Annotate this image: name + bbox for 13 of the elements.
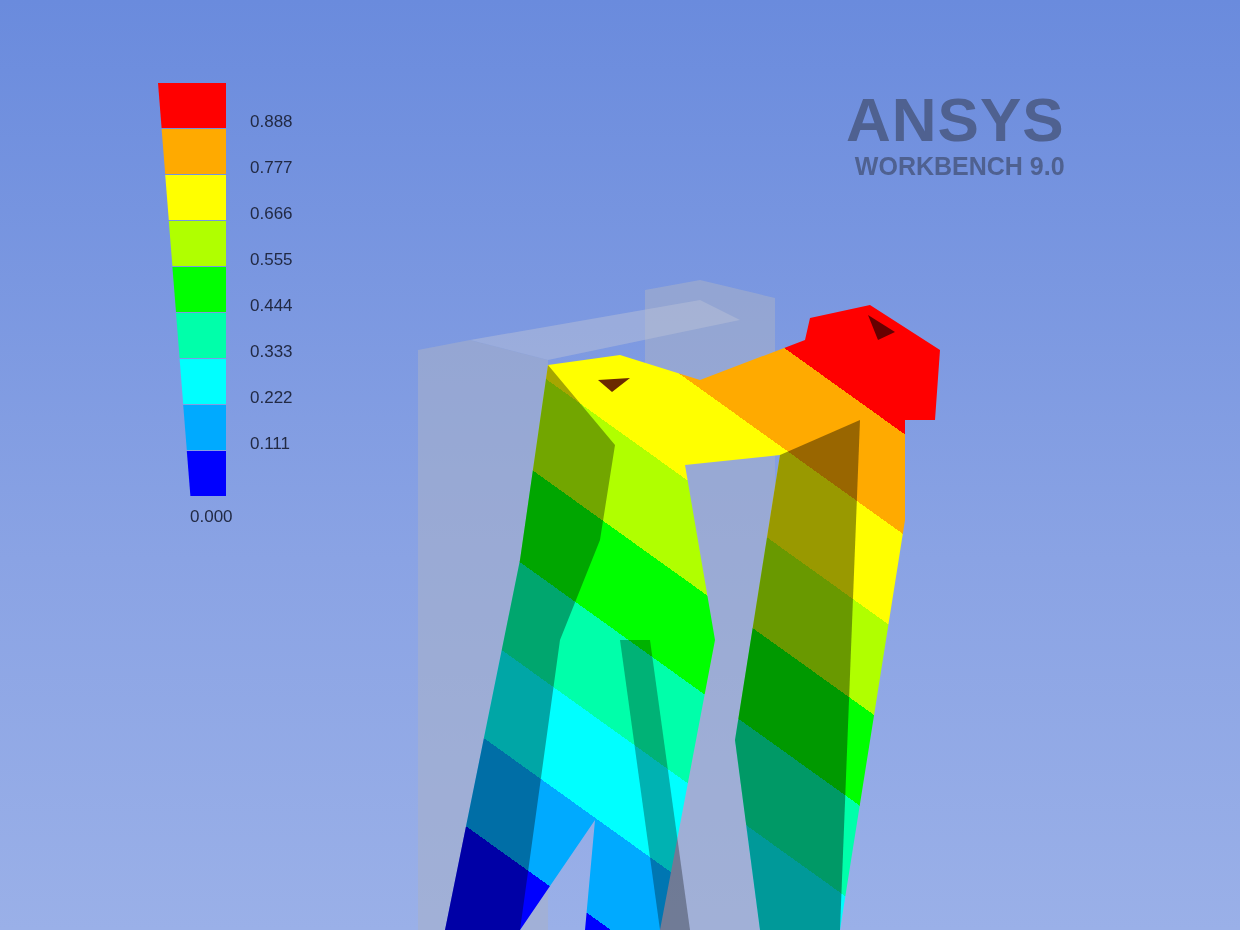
scale-min-label: 0.000 bbox=[190, 507, 233, 527]
scale-label: 0.111 bbox=[250, 434, 292, 455]
scale-label: 0.444 bbox=[250, 296, 293, 317]
scale-label: 0.222 bbox=[250, 388, 293, 409]
scale-label: 0.333 bbox=[250, 342, 293, 363]
scale-label: 0.888 bbox=[250, 112, 293, 133]
scale-label: 0.666 bbox=[250, 204, 293, 225]
socket-hole bbox=[598, 378, 630, 392]
socket-hole bbox=[868, 315, 895, 340]
logo-brand: ANSYS bbox=[846, 88, 1065, 152]
scale-label: 0.555 bbox=[250, 250, 293, 271]
scale-label: 0.777 bbox=[250, 158, 293, 179]
logo-product: WORKBENCH 9.0 bbox=[854, 152, 1065, 180]
